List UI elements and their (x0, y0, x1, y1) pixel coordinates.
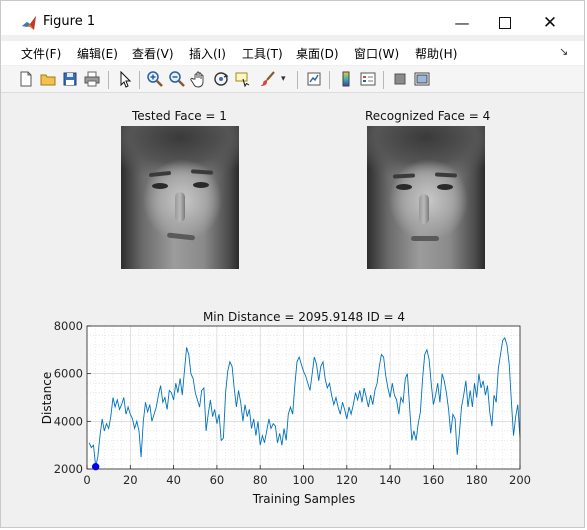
figure-window: Figure 1 — ✕ 文件(F) 编辑(E) 查看(V) 插入(I) 工具(… (0, 0, 585, 528)
menu-insert[interactable]: 插入(I) (189, 45, 226, 62)
maximize-button[interactable] (491, 11, 519, 35)
toolbar: ▾ (1, 66, 584, 93)
close-button[interactable]: ✕ (536, 11, 564, 35)
link-plot-icon[interactable] (305, 70, 323, 88)
zoom-in-icon[interactable] (146, 70, 164, 88)
x-tick-label: 80 (253, 473, 268, 487)
save-icon[interactable] (61, 70, 79, 88)
x-tick-label: 160 (422, 473, 444, 487)
toolbar-separator (139, 71, 140, 89)
x-tick-label: 100 (293, 473, 315, 487)
data-cursor-icon[interactable] (234, 70, 252, 88)
menu-help[interactable]: 帮助(H) (415, 45, 457, 62)
x-axis-label: Training Samples (252, 492, 355, 506)
toolbar-separator (383, 71, 384, 89)
print-icon[interactable] (83, 70, 101, 88)
y-axis-label: Distance (40, 372, 54, 424)
window-title: Figure 1 (43, 14, 96, 29)
figure-canvas: Tested Face = 1 Recognized Face = 4 Min … (1, 93, 584, 527)
x-tick-label: 200 (509, 473, 531, 487)
pan-hand-icon[interactable] (190, 70, 208, 88)
chart-title: Min Distance = 2095.9148 ID = 4 (203, 310, 405, 324)
show-plot-tools-icon[interactable] (413, 70, 431, 88)
menu-view[interactable]: 查看(V) (132, 45, 174, 62)
menu-desktop[interactable]: 桌面(D) (296, 45, 339, 62)
menu-overflow-arrow-icon[interactable]: ↘ (559, 45, 568, 58)
menu-bar: 文件(F) 编辑(E) 查看(V) 插入(I) 工具(T) 桌面(D) 窗口(W… (1, 41, 584, 65)
x-tick-label: 0 (83, 473, 90, 487)
title-bar[interactable]: Figure 1 — ✕ (1, 1, 584, 35)
menu-window[interactable]: 窗口(W) (354, 45, 399, 62)
select-arrow-icon[interactable] (116, 70, 134, 88)
y-tick-label: 8000 (54, 319, 83, 333)
brush-icon[interactable] (259, 70, 277, 88)
y-tick-label: 4000 (54, 414, 83, 428)
toolbar-separator (329, 71, 330, 89)
menu-file[interactable]: 文件(F) (21, 45, 61, 62)
rotate-3d-icon[interactable] (212, 70, 230, 88)
toolbar-separator (108, 71, 109, 89)
distance-chart: Min Distance = 2095.9148 ID = 4 0 20 40 60 8… (40, 310, 531, 506)
menu-edit[interactable]: 编辑(E) (77, 45, 118, 62)
open-file-icon[interactable] (39, 70, 57, 88)
x-tick-label: 140 (379, 473, 401, 487)
new-figure-icon[interactable] (17, 70, 35, 88)
y-tick-label: 2000 (54, 462, 83, 476)
zoom-out-icon[interactable] (168, 70, 186, 88)
y-tick-label: 6000 (54, 367, 83, 381)
x-tick-label: 180 (466, 473, 488, 487)
matlab-logo-icon (22, 16, 36, 30)
x-tick-label: 20 (123, 473, 138, 487)
menu-tools[interactable]: 工具(T) (242, 45, 283, 62)
colorbar-icon[interactable] (337, 70, 355, 88)
minimize-button[interactable]: — (448, 11, 476, 35)
legend-icon[interactable] (359, 70, 377, 88)
maximize-icon (499, 16, 511, 29)
x-tick-label: 60 (210, 473, 225, 487)
hide-plot-tools-icon[interactable] (391, 70, 409, 88)
x-tick-label: 120 (336, 473, 358, 487)
toolbar-separator (297, 71, 298, 89)
x-tick-label: 40 (166, 473, 181, 487)
